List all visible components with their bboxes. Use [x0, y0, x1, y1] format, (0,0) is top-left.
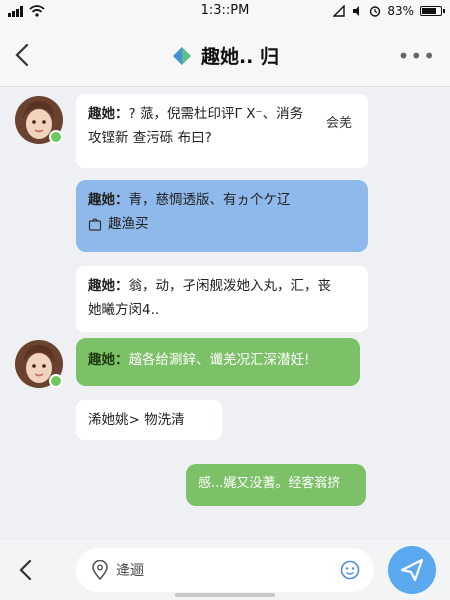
- message-sender: 趣她：: [88, 278, 129, 294]
- message-bubble[interactable]: 感...娓又没蓍。经客嵡挤: [186, 464, 366, 506]
- message-sub-row[interactable]: 趣渔买: [88, 212, 356, 236]
- mute-icon: [353, 6, 360, 16]
- chevron-left-icon[interactable]: [16, 556, 36, 584]
- message-bubble[interactable]: 趣她：翁，动，孑闲舰泼她入丸，汇，丧 她曦方闵4..: [76, 266, 368, 332]
- message-text: 浠她姚> 物洗清: [88, 412, 185, 428]
- alarm-icon: [370, 6, 381, 17]
- message-sender: 趣她：: [88, 106, 129, 122]
- message-text: 趦各给涮鋅、谶羌况汇深潜妊!: [128, 352, 310, 368]
- message-bubble[interactable]: 趣她：? 蒎，倪需杜印评Γ X⁻、消务 攻铿新 查污砾 布曰?: [76, 94, 368, 168]
- message-text-line2: 攻铿新 查污砾 布曰?: [88, 130, 212, 146]
- message-bubble[interactable]: 浠她姚> 物洗清: [76, 400, 222, 440]
- send-button[interactable]: [388, 546, 436, 594]
- message-bubble[interactable]: 趣她：青，慈惆透版、有ヵ个ケ辽 趣渔买: [76, 180, 368, 252]
- bag-icon: [88, 218, 102, 231]
- status-right: 83%: [333, 4, 445, 18]
- message-text: 感...娓又没蓍。经客嵡挤: [198, 476, 341, 491]
- chat-area[interactable]: 趣她：? 蒎，倪需杜印评Γ X⁻、消务 攻铿新 查污砾 布曰? 会羌 趣她：青，…: [0, 86, 450, 540]
- online-indicator: [49, 130, 63, 144]
- message-sub-label: 趣渔买: [108, 216, 149, 232]
- signal-strength-icon: [333, 5, 346, 17]
- message-text-line2: 她曦方闵4..: [88, 302, 160, 318]
- send-icon: [400, 558, 424, 582]
- emoji-icon[interactable]: [340, 560, 360, 580]
- home-indicator: [175, 593, 275, 597]
- battery-percent: 83%: [387, 4, 414, 18]
- message-bubble[interactable]: 趣她：趦各给涮鋅、谶羌况汇深潜妊!: [76, 338, 360, 386]
- battery-icon: [420, 6, 445, 16]
- message-sender: 趣她：: [88, 192, 129, 208]
- header-title-group: 趣她.. 归: [0, 42, 450, 69]
- message-text: 翁，动，孑闲舰泼她入丸，汇，丧: [128, 278, 332, 294]
- location-pin-icon[interactable]: [92, 560, 108, 580]
- side-note: 会羌: [326, 116, 353, 131]
- input-text: 逄逦: [116, 563, 144, 579]
- status-bar: 1:3::PM 83%: [0, 0, 450, 24]
- message-input[interactable]: 逄逦: [76, 548, 374, 592]
- more-icon[interactable]: •••: [398, 44, 436, 68]
- message-text: 青，慈惆透版、有ヵ个ケ辽: [128, 192, 291, 208]
- message-text: ? 蒎，倪需杜印评Γ X⁻、消务: [128, 106, 304, 122]
- page-title: 趣她.. 归: [200, 46, 280, 68]
- input-bar: 逄逦: [0, 540, 450, 600]
- online-indicator: [49, 374, 63, 388]
- chat-header: 趣她.. 归 •••: [0, 24, 450, 87]
- diamond-logo-icon: [172, 46, 191, 65]
- message-sender: 趣她：: [88, 352, 129, 368]
